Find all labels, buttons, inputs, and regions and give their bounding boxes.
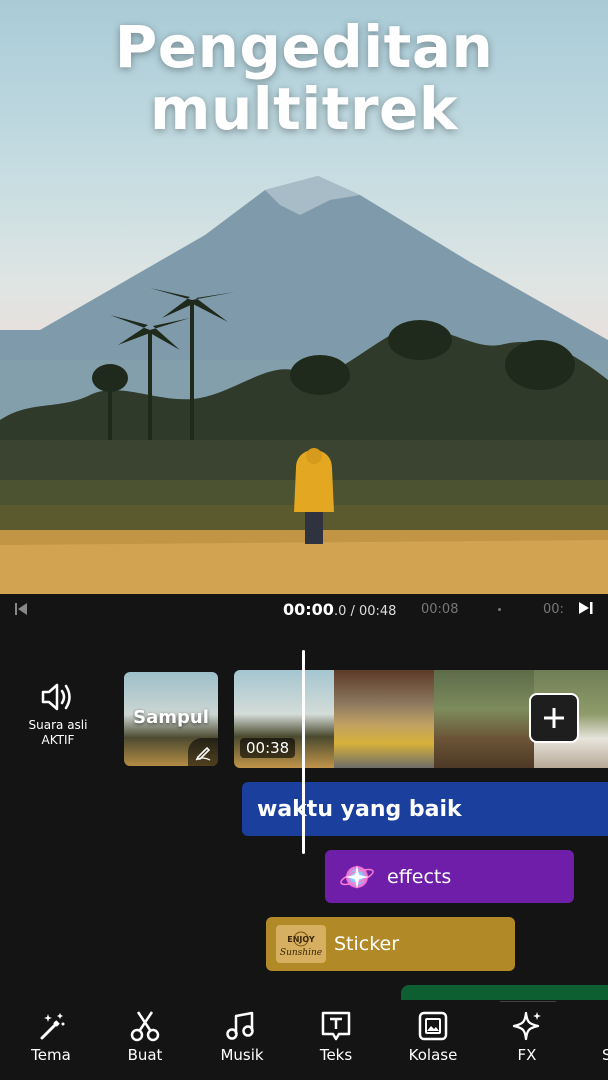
promo-title: Pengeditan multitrek bbox=[0, 16, 608, 140]
sticker-track-label: Sticker bbox=[334, 933, 400, 955]
text-icon bbox=[321, 1011, 351, 1041]
cover-label: Sampul bbox=[133, 707, 209, 728]
cover-clip[interactable]: Sampul bbox=[124, 672, 218, 766]
tool-tema[interactable]: Tema bbox=[11, 1010, 91, 1064]
music-note-icon bbox=[226, 1011, 254, 1040]
magic-wand-icon bbox=[40, 1013, 65, 1040]
current-time: 00:00 bbox=[283, 600, 334, 619]
svg-text:Sunshine: Sunshine bbox=[280, 948, 322, 958]
effects-orb-icon bbox=[340, 864, 374, 889]
sparkle-icon bbox=[512, 1011, 541, 1041]
time-tick: 00:08 bbox=[421, 602, 459, 617]
bottom-toolbar: Tema Buat Musik Teks Kolase FX S bbox=[0, 1000, 608, 1080]
tool-partial[interactable]: S bbox=[568, 1010, 608, 1064]
scissors-icon bbox=[130, 1011, 160, 1042]
timeline-header: 00:00.0 / 00:48 00:08 00: bbox=[0, 594, 608, 624]
plus-icon bbox=[544, 708, 564, 728]
sticker-track[interactable]: ENJOY Sunshine Sticker bbox=[266, 917, 515, 971]
tool-label: Musik bbox=[220, 1046, 264, 1064]
clip-thumbnail bbox=[334, 670, 434, 768]
clip-duration: 00:38 bbox=[240, 738, 296, 758]
tool-musik[interactable]: Musik bbox=[202, 1010, 282, 1064]
text-track-label: waktu yang baik bbox=[257, 796, 462, 822]
audio-label-line1: Suara asli bbox=[28, 718, 88, 732]
speaker-icon bbox=[41, 683, 71, 711]
current-time-fraction: .0 bbox=[333, 604, 347, 619]
tool-teks[interactable]: Teks bbox=[296, 1010, 376, 1064]
sunshine-sticker-image: ENJOY Sunshine bbox=[280, 931, 322, 958]
playback-time: 00:00.0 / 00:48 bbox=[283, 600, 396, 619]
original-audio-toggle[interactable]: Suara asli AKTIF bbox=[20, 680, 96, 748]
pen-icon bbox=[195, 746, 211, 761]
tool-label: Kolase bbox=[408, 1046, 458, 1064]
tool-label: FX bbox=[517, 1046, 537, 1064]
skip-to-end-icon[interactable] bbox=[578, 601, 594, 615]
playhead[interactable] bbox=[302, 650, 305, 854]
skip-to-start-icon[interactable] bbox=[14, 602, 28, 616]
clip-thumbnail bbox=[434, 670, 534, 768]
collage-icon bbox=[418, 1011, 448, 1041]
sticker-thumbnail: ENJOY Sunshine bbox=[276, 925, 326, 963]
tool-kolase[interactable]: Kolase bbox=[393, 1010, 473, 1064]
effects-track-label: effects bbox=[387, 865, 452, 888]
time-tick: 00: bbox=[543, 602, 564, 617]
video-preview[interactable]: Pengeditan multitrek bbox=[0, 0, 608, 594]
tool-label: S bbox=[602, 1046, 608, 1064]
tool-fx[interactable]: FX bbox=[487, 1001, 567, 1064]
time-tick-dot bbox=[498, 608, 501, 611]
partial-tool-icon bbox=[568, 1010, 608, 1042]
total-time: / 00:48 bbox=[346, 604, 397, 619]
effects-track[interactable]: effects bbox=[325, 850, 574, 903]
tool-buat[interactable]: Buat bbox=[105, 1010, 185, 1064]
tool-label: Tema bbox=[31, 1046, 71, 1064]
tool-label: Teks bbox=[319, 1046, 353, 1064]
audio-label-line2: AKTIF bbox=[41, 733, 75, 747]
edit-cover-button[interactable] bbox=[188, 738, 218, 766]
svg-text:ENJOY: ENJOY bbox=[287, 935, 315, 944]
add-clip-button[interactable] bbox=[529, 693, 579, 743]
tool-label: Buat bbox=[127, 1046, 163, 1064]
promo-title-line1: Pengeditan bbox=[114, 13, 494, 81]
promo-title-line2: multitrek bbox=[150, 75, 458, 143]
text-track[interactable]: waktu yang baik bbox=[242, 782, 608, 836]
